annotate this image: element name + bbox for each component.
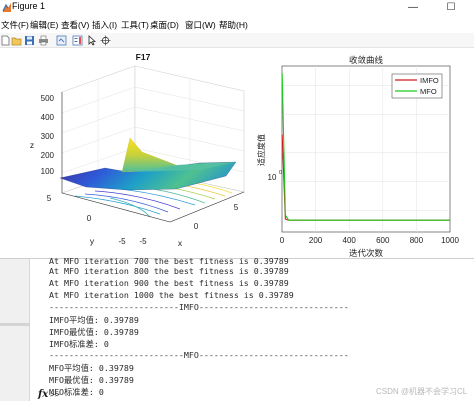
x-tick-label: 400	[343, 236, 357, 245]
output-line: IMFO标准差: 0	[49, 339, 109, 349]
maximize-button[interactable]: ☐	[436, 0, 466, 17]
x-axis-label: 迭代次数	[349, 248, 384, 258]
legend-label-imfo: IMFO	[420, 76, 439, 85]
print-icon[interactable]	[38, 35, 49, 46]
output-line: At MFO iteration 800 the best fitness is…	[49, 266, 289, 276]
menu-view[interactable]: 查看(V)	[61, 19, 89, 31]
legend-label-mfo: MFO	[420, 87, 437, 96]
menu-window[interactable]: 窗口(W)	[185, 19, 216, 31]
fx-function-browser-icon[interactable]: fx	[38, 389, 48, 400]
menu-desktop[interactable]: 桌面(D)	[150, 19, 179, 31]
link-icon[interactable]	[56, 35, 67, 46]
output-line: IMFO最优值: 0.39789	[49, 327, 139, 337]
x-tick-label: 800	[410, 236, 424, 245]
output-line: At MFO iteration 900 the best fitness is…	[49, 278, 289, 288]
z-tick-label: 200	[41, 151, 55, 160]
title-bar: Figure 1 — ☐	[0, 0, 474, 17]
command-window-gutter	[0, 259, 30, 401]
legend[interactable]: IMFO MFO	[391, 73, 443, 99]
output-line: MFO平均值: 0.39789	[49, 363, 134, 373]
matlab-figure-icon	[2, 3, 11, 12]
x-tick-label: 0	[194, 222, 199, 231]
output-line: At MFO iteration 1000 the best fitness i…	[49, 290, 294, 300]
new-figure-icon[interactable]	[0, 35, 11, 46]
surface-axes[interactable]: F17 500 400 300 200 100 z 5 0 -5 y -5 0 …	[30, 52, 246, 248]
menu-tools[interactable]: 工具(T)	[121, 19, 149, 31]
x-tick-label: 1000	[441, 236, 459, 245]
x-tick-label: 600	[376, 236, 390, 245]
figure-toolbar	[0, 33, 474, 48]
command-window[interactable]: At MFO iteration 700 the best fitness is…	[0, 256, 474, 401]
output-line: IMFO平均值: 0.39789	[49, 315, 139, 325]
surface-title: F17	[136, 52, 151, 62]
z-tick-label: 400	[41, 113, 55, 122]
minimize-button[interactable]: —	[398, 0, 428, 17]
z-axis-label: z	[30, 140, 34, 150]
menu-insert[interactable]: 插入(I)	[92, 19, 117, 31]
z-tick-label: 100	[41, 167, 55, 176]
plot-area: F17 500 400 300 200 100 z 5 0 -5 y -5 0 …	[0, 48, 474, 258]
output-line: ---------------------------MFO----------…	[49, 350, 349, 360]
edit-plot-icon[interactable]	[87, 35, 98, 46]
figure-window: Figure 1 — ☐ 文件(F) 编辑(E) 查看(V) 插入(I) 工具(…	[0, 0, 474, 258]
menu-bar: 文件(F) 编辑(E) 查看(V) 插入(I) 工具(T) 桌面(D) 窗口(W…	[0, 17, 474, 33]
y-tick-label: 0	[279, 170, 282, 176]
z-tick-label: 300	[41, 132, 55, 141]
output-line: At MFO iteration 700 the best fitness is…	[49, 256, 289, 266]
watermark: CSDN @机器不会学习CL	[376, 387, 468, 396]
x-axis-label: x	[178, 238, 183, 248]
save-icon[interactable]	[24, 35, 35, 46]
window-title: Figure 1	[12, 1, 46, 11]
y-tick-label: 5	[47, 194, 52, 203]
menu-file[interactable]: 文件(F)	[1, 19, 29, 31]
command-prompt[interactable]: >>	[50, 390, 60, 399]
insert-colorbar-icon[interactable]	[72, 35, 83, 46]
y-axis-label: 适应度值	[256, 134, 266, 166]
prompt-row[interactable]: fx >>	[38, 389, 60, 400]
y-tick-label: 0	[87, 214, 92, 223]
menu-help[interactable]: 帮助(H)	[219, 19, 248, 31]
x-tick-label: 5	[234, 203, 239, 212]
convergence-title: 收敛曲线	[349, 55, 384, 65]
output-line: MFO最优值: 0.39789	[49, 375, 134, 385]
convergence-axes[interactable]: 收敛曲线 适应度值 10 0 0 200 400 600 800 1000 迭代次数 IM…	[256, 55, 459, 258]
x-tick-label: 0	[280, 236, 285, 245]
menu-edit[interactable]: 编辑(E)	[30, 19, 58, 31]
open-file-icon[interactable]	[11, 35, 22, 46]
gutter-scroll-mark	[0, 323, 30, 326]
data-cursor-icon[interactable]	[100, 35, 111, 46]
output-line: --------------------------IMFO----------…	[49, 302, 349, 312]
z-tick-label: 500	[41, 94, 55, 103]
x-tick-label: -5	[139, 237, 147, 246]
figure-canvas: F17 500 400 300 200 100 z 5 0 -5 y -5 0 …	[30, 52, 460, 258]
y-tick-label: -5	[118, 237, 126, 246]
y-tick-label: 10	[268, 173, 277, 182]
x-tick-label: 200	[309, 236, 323, 245]
y-axis-label: y	[90, 236, 95, 246]
